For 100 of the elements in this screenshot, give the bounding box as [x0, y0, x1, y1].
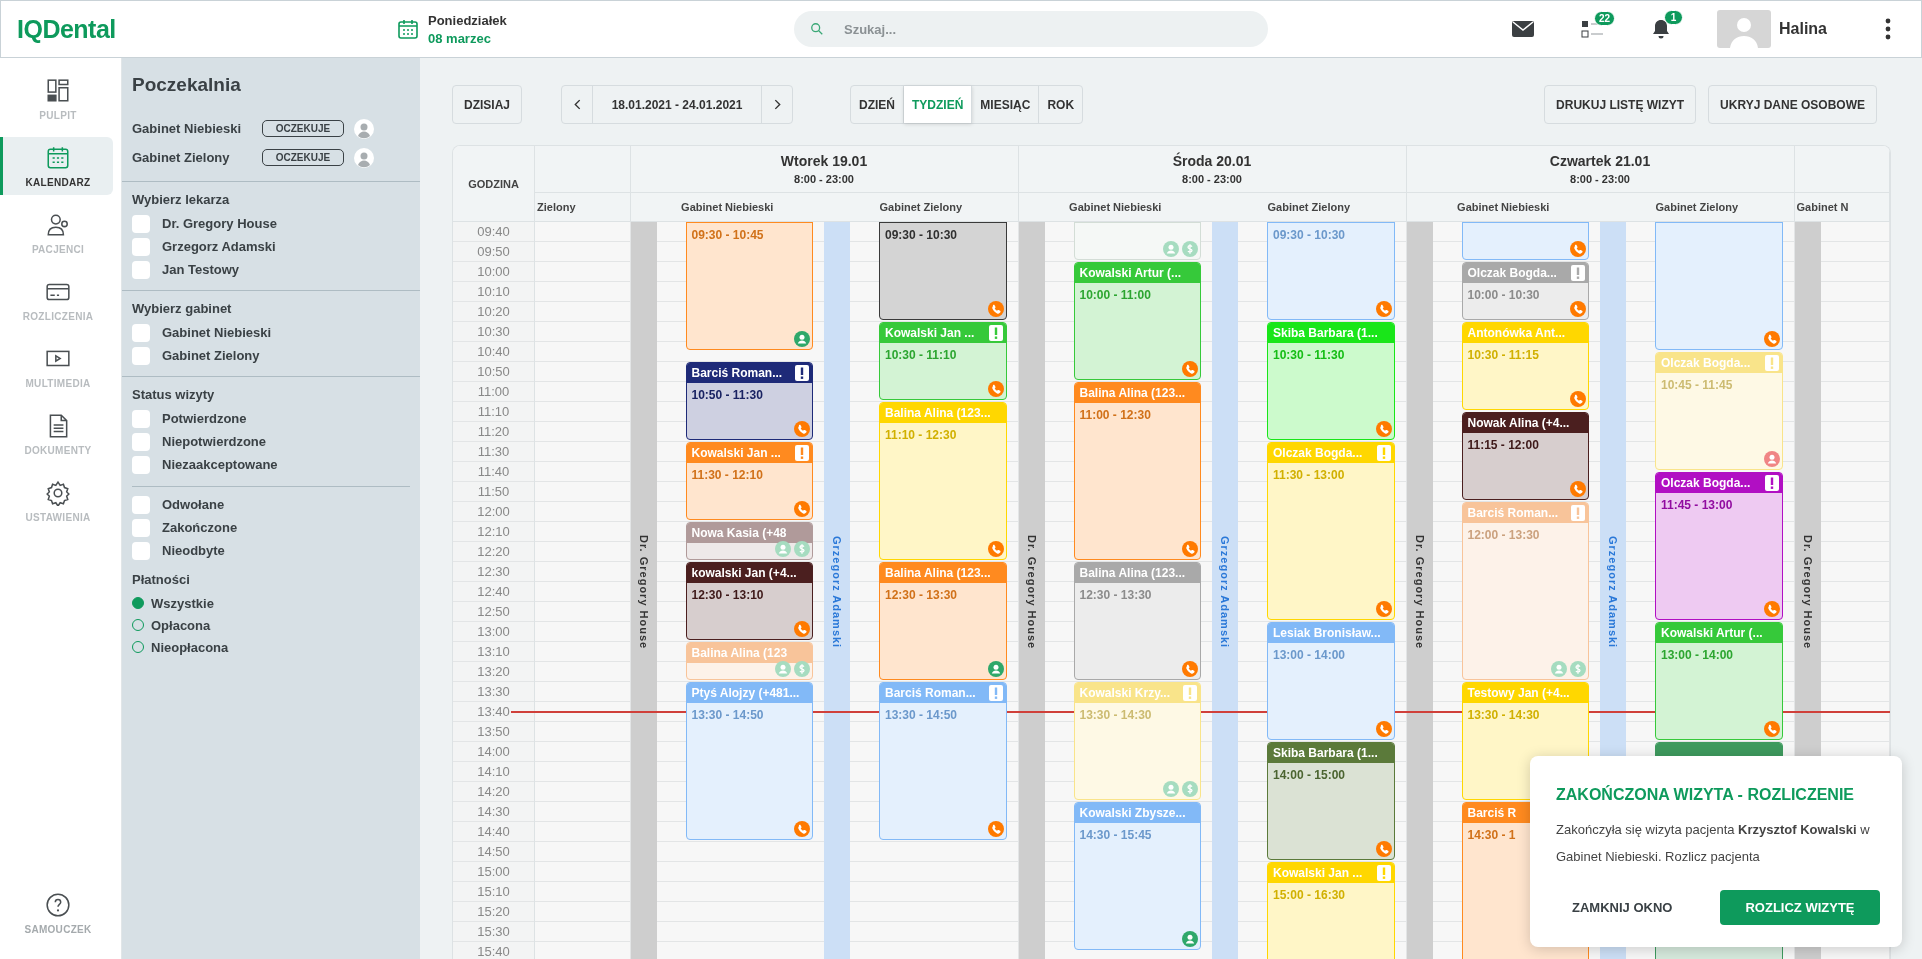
- time-label: 10:40: [477, 344, 510, 359]
- patient-name: Balina Alina (123...: [1079, 386, 1186, 400]
- filter-checkbox[interactable]: Potwierdzone: [122, 407, 420, 430]
- filter-checkbox[interactable]: Zakończone: [122, 516, 420, 539]
- time-label: 14:10: [477, 764, 510, 779]
- payment-radio[interactable]: Opłacona: [122, 614, 420, 636]
- nav-item[interactable]: ROZLICZENIA: [0, 271, 113, 329]
- nav-item[interactable]: MULTIMEDIA: [0, 338, 113, 396]
- appointment-card[interactable]: Kowalski Jan ... 11:30 - 12:10: [685, 442, 813, 520]
- phone-icon: [1763, 601, 1780, 617]
- payment-radio[interactable]: Wszystkie: [122, 592, 420, 614]
- bell-icon[interactable]: [1651, 18, 1671, 40]
- appointment-card[interactable]: Balina Alina (123: [685, 642, 813, 680]
- appointment-card[interactable]: Olczak Bogda... 10:45 - 11:45: [1655, 352, 1783, 470]
- appointment-card[interactable]: Balina Alina (123... 11:00 - 12:30: [1073, 382, 1201, 560]
- filter-checkbox[interactable]: Niepotwierdzone: [122, 430, 420, 453]
- appointment-card[interactable]: Barciś Roman... 10:50 - 11:30: [685, 362, 813, 440]
- time-label: 15:40: [477, 944, 510, 959]
- appointment-card[interactable]: Antonówka Ant... 10:30 - 11:15: [1461, 322, 1589, 410]
- appointment-card[interactable]: Balina Alina (123... 12:30 - 13:30: [1073, 562, 1201, 680]
- appointment-card[interactable]: Balina Alina (123... 12:30 - 13:30: [879, 562, 1007, 680]
- appointment-card[interactable]: Kowalski Jan ... 10:30 - 11:10: [879, 322, 1007, 400]
- appointment-card[interactable]: Kowalski Artur (... 10:00 - 11:00: [1073, 262, 1201, 380]
- appointment-card[interactable]: Balina Alina (123... 11:10 - 12:30: [879, 402, 1007, 560]
- appointment-card[interactable]: Kowalski Krzy... 13:30 - 14:30: [1073, 682, 1201, 800]
- action-button[interactable]: UKRYJ DANE OSOBOWE: [1708, 85, 1877, 124]
- appointment-card[interactable]: Olczak Bogda... 10:00 - 10:30: [1461, 262, 1589, 320]
- time-label: 12:30: [477, 564, 510, 579]
- dollar-icon: [1182, 241, 1198, 257]
- room-heading: Zielony: [537, 201, 576, 213]
- appointment-card[interactable]: Kowalski Zbysze... 14:30 - 15:45: [1073, 802, 1201, 950]
- appointment-card[interactable]: Nowak Alina (+4... 11:15 - 12:00: [1461, 412, 1589, 500]
- filter-heading: Wybierz gabinet: [131, 301, 233, 318]
- patient-name: Barciś Roman...: [885, 686, 976, 700]
- appointment-card[interactable]: 09:30 - 10:30: [1267, 222, 1395, 320]
- appointment-card[interactable]: kowalski Jan (+4... 12:30 - 13:10: [685, 562, 813, 640]
- appointment-card[interactable]: 09:30 - 10:30: [879, 222, 1007, 320]
- filter-checkbox[interactable]: Nieodbyte: [122, 539, 420, 562]
- settle-visit-button[interactable]: ROZLICZ WIZYTĘ: [1720, 890, 1880, 925]
- person-icon: [775, 661, 791, 677]
- search-field[interactable]: Szukaj...: [794, 11, 1268, 47]
- filter-checkbox[interactable]: Grzegorz Adamski: [122, 235, 420, 258]
- appointment-card[interactable]: Kowalski Artur (... 13:00 - 14:00: [1655, 622, 1783, 740]
- appointment-card[interactable]: Nowa Kasia (+48: [685, 522, 813, 560]
- payment-radio[interactable]: Nieopłacona: [122, 636, 420, 658]
- panel-title: Poczekalnia: [131, 74, 242, 97]
- appointment-card[interactable]: [1655, 222, 1783, 350]
- appointment-card[interactable]: Ptyś Alojzy (+481... 13:30 - 14:50: [685, 682, 813, 840]
- appointment-time: 09:30 - 10:30: [1272, 227, 1347, 242]
- appointment-time: 10:50 - 11:30: [690, 387, 764, 402]
- nav-item[interactable]: PACJENCI: [0, 204, 113, 262]
- phone-icon: [1570, 391, 1586, 407]
- doctor-strip: Dr. Gregory House: [630, 222, 657, 959]
- nav-item[interactable]: DOKUMENTY: [0, 405, 113, 463]
- phone-icon: [987, 541, 1004, 557]
- phone-icon: [794, 621, 810, 637]
- filter-checkbox[interactable]: Gabinet Zielony: [122, 344, 420, 367]
- app-logo: IQDental: [16, 14, 116, 44]
- appointment-card[interactable]: Olczak Bogda... 11:45 - 13:00: [1655, 472, 1783, 620]
- person-icon: [1551, 661, 1567, 677]
- nav-item[interactable]: PULPIT: [0, 70, 113, 128]
- nav-item[interactable]: USTAWIENIA: [0, 472, 113, 530]
- time-label: 10:10: [477, 284, 510, 299]
- phone-icon: [1570, 301, 1586, 317]
- view-tab[interactable]: MIESIĄC: [972, 86, 1040, 123]
- action-button[interactable]: DRUKUJ LISTĘ WIZYT: [1544, 85, 1697, 124]
- patient-name: Kowalski Jan ...: [885, 326, 975, 340]
- user-name[interactable]: Halina: [1779, 20, 1827, 38]
- appointment-card[interactable]: Skiba Barbara (1... 10:30 - 11:30: [1267, 322, 1395, 440]
- count-badge: 22: [1594, 11, 1616, 26]
- appointment-card[interactable]: Barciś Roman... 12:00 - 13:30: [1461, 502, 1589, 680]
- appointment-time: 13:00 - 14:00: [1272, 647, 1347, 662]
- view-tab[interactable]: ROK: [1039, 86, 1083, 123]
- appointment-card[interactable]: Skiba Barbara (1... 14:00 - 15:00: [1267, 742, 1395, 860]
- filter-checkbox[interactable]: Jan Testowy: [122, 258, 420, 281]
- today-button[interactable]: DZISIAJ: [452, 85, 522, 124]
- appointment-time: 11:15 - 12:00: [1466, 437, 1540, 452]
- filter-checkbox[interactable]: Gabinet Niebieski: [122, 321, 420, 344]
- appointment-card[interactable]: Kowalski Jan ... 15:00 - 16:30: [1267, 862, 1395, 959]
- view-tab[interactable]: TYDZIEŃ: [904, 86, 973, 123]
- search-icon: [810, 22, 824, 36]
- filter-checkbox[interactable]: Dr. Gregory House: [122, 212, 420, 235]
- appointment-card[interactable]: Barciś Roman... 13:30 - 14:50: [879, 682, 1007, 840]
- column-heading: GODZINA: [468, 177, 519, 190]
- appointment-card[interactable]: Olczak Bogda... 11:30 - 13:00: [1267, 442, 1395, 620]
- filter-checkbox[interactable]: Odwołane: [122, 493, 420, 516]
- patient-name: Ptyś Alojzy (+481...: [691, 686, 800, 700]
- time-label: 15:30: [477, 924, 510, 939]
- patient-name: Barciś Roman...: [691, 366, 783, 380]
- appointment-time: 10:45 - 11:45: [1660, 377, 1734, 392]
- appointment-card[interactable]: Lesiak Bronisław... 13:00 - 14:00: [1267, 622, 1395, 740]
- mail-icon[interactable]: [1511, 20, 1535, 38]
- help-nav-item[interactable]: SAMOUCZEK: [0, 884, 113, 942]
- more-icon[interactable]: [1885, 18, 1891, 40]
- nav-item[interactable]: KALENDARZ: [0, 137, 113, 195]
- appointment-card[interactable]: 09:30 - 10:45: [685, 222, 813, 350]
- appointment-time: 13:30 - 14:30: [1466, 707, 1541, 722]
- avatar-icon[interactable]: [1717, 10, 1771, 48]
- filter-checkbox[interactable]: Niezaakceptowane: [122, 453, 420, 476]
- time-label: 11:40: [477, 464, 510, 479]
